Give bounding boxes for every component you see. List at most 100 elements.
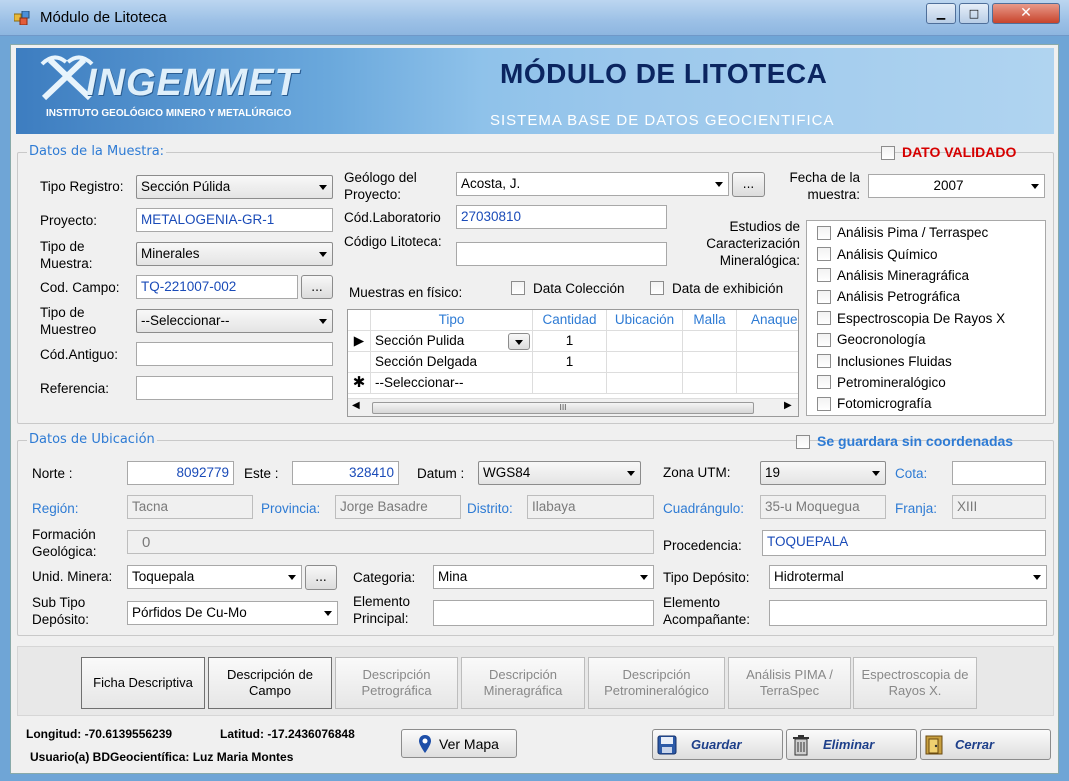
cerrar-button[interactable]: Cerrar	[920, 729, 1051, 760]
grid-cell-tipo[interactable]: Sección Delgada	[371, 352, 533, 373]
data-exhibicion-checkbox[interactable]	[650, 281, 664, 295]
tipo-muestra-select[interactable]: Minerales	[136, 242, 333, 266]
estudio-label: Espectroscopia De Rayos X	[837, 310, 1006, 326]
data-coleccion-checkbox[interactable]	[511, 281, 525, 295]
column-header[interactable]: Tipo	[371, 310, 533, 331]
geologo-browse-button[interactable]: ...	[732, 172, 765, 197]
fisico-label: Muestras en físico:	[349, 285, 463, 300]
grid-cell-malla[interactable]	[683, 352, 737, 373]
column-header[interactable]: Cantidad	[533, 310, 607, 331]
este-field[interactable]: 328410	[292, 461, 399, 485]
cell-dropdown-button[interactable]	[508, 333, 530, 350]
column-header[interactable]: Malla	[683, 310, 737, 331]
scroll-thumb[interactable]: III	[372, 402, 754, 414]
maximize-button[interactable]: □	[959, 3, 989, 24]
tab-ficha-descriptiva[interactable]: Ficha Descriptiva	[81, 657, 205, 709]
grid-cell-cantidad[interactable]: 1	[533, 331, 607, 352]
tipo-muestreo-select[interactable]: --Seleccionar--	[136, 309, 333, 333]
guardar-button[interactable]: Guardar	[652, 729, 783, 760]
checkbox[interactable]	[817, 375, 831, 390]
checkbox[interactable]	[817, 247, 831, 262]
estudio-item[interactable]: Análisis Mineragráfica	[807, 265, 1045, 286]
estudio-item[interactable]: Inclusiones Fluidas	[807, 350, 1045, 371]
grid-cell-cantidad[interactable]: 1	[533, 352, 607, 373]
procedencia-label: Procedencia:	[663, 538, 742, 553]
este-label: Este :	[244, 466, 279, 481]
grid-cell-ubicacion[interactable]	[607, 352, 683, 373]
elemento-acompanante-label: Elemento Acompañante:	[663, 595, 751, 627]
checkbox[interactable]	[817, 268, 831, 283]
horizontal-scrollbar[interactable]: ◀ III ▶	[348, 398, 798, 416]
cod-campo-browse-button[interactable]: ...	[301, 275, 333, 299]
elemento-acompanante-field[interactable]	[769, 600, 1047, 626]
grid-cell-malla[interactable]	[683, 331, 737, 352]
geologo-select[interactable]: Acosta, J.	[456, 172, 729, 196]
dato-validado-checkbox[interactable]	[881, 146, 895, 160]
grid-cell-tipo[interactable]: --Seleccionar--	[371, 373, 533, 394]
grid-cell-ubicacion[interactable]	[607, 373, 683, 394]
sin-coordenadas-checkbox[interactable]	[796, 435, 810, 449]
fecha-select[interactable]: 2007	[868, 174, 1045, 198]
checkbox[interactable]	[817, 332, 831, 347]
cod-campo-field[interactable]: TQ-221007-002	[136, 275, 298, 299]
tab-descripcion-petromineralogico[interactable]: Descripción Petromineralógico	[588, 657, 725, 709]
unid-minera-select[interactable]: Toquepala	[127, 565, 302, 589]
estudio-item[interactable]: Análisis Pima / Terraspec	[807, 222, 1045, 243]
cota-field[interactable]	[952, 461, 1046, 485]
estudio-item[interactable]: Análisis Químico	[807, 243, 1045, 264]
tab-espectroscopia[interactable]: Espectroscopia de Rayos X.	[853, 657, 977, 709]
zona-utm-select[interactable]: 19	[760, 461, 886, 485]
grid-cell-ubicacion[interactable]	[607, 331, 683, 352]
grid-cell-cantidad[interactable]	[533, 373, 607, 394]
categoria-value: Mina	[438, 569, 468, 584]
ver-mapa-button[interactable]: Ver Mapa	[401, 729, 517, 758]
estudio-item[interactable]: Análisis Petrográfica	[807, 286, 1045, 307]
procedencia-field[interactable]: TOQUEPALA	[762, 530, 1046, 556]
grid-cell-anaquel[interactable]	[737, 373, 798, 394]
grid-cell-anaquel[interactable]	[737, 331, 798, 352]
referencia-field[interactable]	[136, 376, 333, 400]
checkbox[interactable]	[817, 225, 831, 240]
eliminar-button[interactable]: Eliminar	[786, 729, 917, 760]
checkbox[interactable]	[817, 354, 831, 369]
tipo-deposito-value: Hidrotermal	[774, 569, 844, 584]
codigo-litoteca-field[interactable]	[456, 242, 667, 266]
norte-field[interactable]: 8092779	[127, 461, 234, 485]
sub-tipo-select[interactable]: Pórfidos De Cu-Mo	[127, 601, 338, 625]
checkbox[interactable]	[817, 396, 831, 411]
proyecto-field[interactable]: METALOGENIA-GR-1	[136, 208, 333, 232]
grid-cell-tipo[interactable]: Sección Pulida	[371, 331, 533, 352]
estudio-item[interactable]: Geocronología	[807, 329, 1045, 350]
grid-cell-anaquel[interactable]	[737, 352, 798, 373]
unid-minera-value: Toquepala	[132, 569, 195, 584]
cod-laboratorio-field[interactable]: 27030810	[456, 205, 667, 229]
tab-descripcion-petrografica[interactable]: Descripción Petrográfica	[335, 657, 458, 709]
tab-analisis-pima[interactable]: Análisis PIMA / TerraSpec	[728, 657, 851, 709]
checkbox[interactable]	[817, 289, 831, 304]
unid-minera-browse-button[interactable]: ...	[305, 565, 337, 590]
ubicacion-legend: Datos de Ubicación	[27, 432, 157, 447]
elemento-principal-field[interactable]	[433, 600, 654, 626]
eliminar-label: Eliminar	[823, 737, 875, 752]
estudio-item[interactable]: Petromineralógico	[807, 372, 1045, 393]
minimize-button[interactable]: ▁	[926, 3, 956, 24]
tab-descripcion-mineragrafica[interactable]: Descripción Mineragráfica	[461, 657, 585, 709]
checkbox[interactable]	[817, 311, 831, 326]
tipo-registro-select[interactable]: Sección Púlida	[136, 175, 333, 199]
tab-descripcion-campo[interactable]: Descripción de Campo	[208, 657, 332, 709]
grid-cell-malla[interactable]	[683, 373, 737, 394]
estudio-item[interactable]: Espectroscopia De Rayos X	[807, 308, 1045, 329]
column-header[interactable]: Ubicación	[607, 310, 683, 331]
scroll-right-icon[interactable]: ▶	[784, 400, 792, 411]
scroll-left-icon[interactable]: ◀	[352, 400, 360, 411]
categoria-select[interactable]: Mina	[433, 565, 654, 589]
map-pin-icon	[419, 734, 432, 753]
column-header[interactable]: Anaque	[737, 310, 798, 331]
window-title: Módulo de Litoteca	[40, 9, 167, 26]
datum-select[interactable]: WGS84	[478, 461, 641, 485]
tipo-deposito-select[interactable]: Hidrotermal	[769, 565, 1047, 589]
close-button[interactable]: ✕	[992, 3, 1060, 24]
estudio-item[interactable]: Fotomicrografía	[807, 393, 1045, 414]
estudio-label: Petromineralógico	[837, 374, 946, 390]
cod-antiguo-field[interactable]	[136, 342, 333, 366]
